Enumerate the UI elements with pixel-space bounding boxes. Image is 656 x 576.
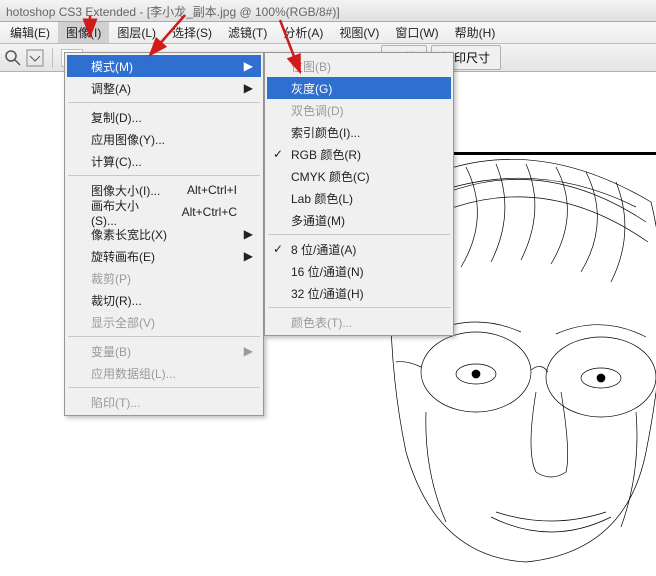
menu-item-reveal-all: 显示全部(V) [67, 311, 261, 333]
menu-item-trim[interactable]: 裁切(R)... [67, 289, 261, 311]
menu-divider [268, 307, 450, 308]
menu-item-calculations[interactable]: 计算(C)... [67, 150, 261, 172]
title-text: hotoshop CS3 Extended - [李小龙_副本.jpg @ 10… [6, 5, 340, 19]
submenu-item-colortable: 颜色表(T)... [267, 311, 451, 333]
submenu-arrow-icon: ▶ [244, 81, 253, 95]
submenu-item-cmyk[interactable]: CMYK 颜色(C) [267, 165, 451, 187]
image-menu-dropdown: 模式(M) ▶ 调整(A) ▶ 复制(D)... 应用图像(Y)... 计算(C… [64, 52, 264, 416]
menu-item-duplicate[interactable]: 复制(D)... [67, 106, 261, 128]
submenu-item-lab[interactable]: Lab 颜色(L) [267, 187, 451, 209]
check-icon: ✓ [273, 147, 283, 161]
menu-item-adjust[interactable]: 调整(A) ▶ [67, 77, 261, 99]
menu-shortcut: Alt+Ctrl+C [162, 205, 237, 219]
menu-help[interactable]: 帮助(H) [447, 22, 504, 43]
menu-item-label: 灰度(G) [291, 80, 332, 97]
menu-item-trap: 陷印(T)... [67, 391, 261, 413]
menu-select[interactable]: 选择(S) [164, 22, 220, 43]
submenu-item-duotone: 双色调(D) [267, 99, 451, 121]
menu-item-label: 应用数据组(L)... [91, 365, 176, 382]
menu-item-label: 双色调(D) [291, 102, 344, 119]
menu-item-label: Lab 颜色(L) [291, 190, 353, 207]
menu-item-crop: 裁剪(P) [67, 267, 261, 289]
menu-item-label: 16 位/通道(N) [291, 263, 364, 280]
menu-item-label: 调整(A) [91, 80, 131, 97]
submenu-arrow-icon: ▶ [244, 59, 253, 73]
submenu-item-rgb[interactable]: ✓ RGB 颜色(R) [267, 143, 451, 165]
menu-item-label: 裁切(R)... [91, 292, 142, 309]
menu-divider [68, 102, 260, 103]
zoom-tool-icon [4, 49, 22, 67]
menu-item-label: 裁剪(P) [91, 270, 131, 287]
submenu-item-8bit[interactable]: ✓ 8 位/通道(A) [267, 238, 451, 260]
menu-item-canvas-size[interactable]: 画布大小(S)... Alt+Ctrl+C [67, 201, 261, 223]
menu-image[interactable]: 图像(I) [58, 22, 109, 43]
menu-item-label: 索引颜色(I)... [291, 124, 360, 141]
menu-item-label: 模式(M) [91, 58, 133, 75]
menu-item-apply-data: 应用数据组(L)... [67, 362, 261, 384]
menu-shortcut: Alt+Ctrl+I [167, 183, 237, 197]
menu-item-pixel-aspect[interactable]: 像素长宽比(X) ▶ [67, 223, 261, 245]
menu-view[interactable]: 视图(V) [331, 22, 387, 43]
submenu-item-grayscale[interactable]: 灰度(G) [267, 77, 451, 99]
submenu-arrow-icon: ▶ [244, 227, 253, 241]
menu-window[interactable]: 窗口(W) [387, 22, 446, 43]
menu-item-label: 旋转画布(E) [91, 248, 155, 265]
submenu-item-16bit[interactable]: 16 位/通道(N) [267, 260, 451, 282]
check-icon: ✓ [273, 242, 283, 256]
menu-item-label: 应用图像(Y)... [91, 131, 165, 148]
menu-divider [68, 175, 260, 176]
menu-divider [268, 234, 450, 235]
menu-filter[interactable]: 滤镜(T) [220, 22, 275, 43]
menu-item-label: 显示全部(V) [91, 314, 155, 331]
menu-item-label: 变量(B) [91, 343, 131, 360]
submenu-arrow-icon: ▶ [244, 344, 253, 358]
tool-preset-icon[interactable] [26, 49, 44, 67]
menu-item-label: CMYK 颜色(C) [291, 168, 370, 185]
submenu-arrow-icon: ▶ [244, 249, 253, 263]
mode-submenu: 位图(B) 灰度(G) 双色调(D) 索引颜色(I)... ✓ RGB 颜色(R… [264, 52, 454, 336]
title-bar: hotoshop CS3 Extended - [李小龙_副本.jpg @ 10… [0, 0, 656, 22]
menu-item-rotate-canvas[interactable]: 旋转画布(E) ▶ [67, 245, 261, 267]
menu-item-label: RGB 颜色(R) [291, 146, 361, 163]
menu-item-label: 颜色表(T)... [291, 314, 352, 331]
menu-divider [68, 387, 260, 388]
submenu-item-multichannel[interactable]: 多通道(M) [267, 209, 451, 231]
menu-edit[interactable]: 编辑(E) [2, 22, 58, 43]
menu-analysis[interactable]: 分析(A) [275, 22, 331, 43]
submenu-item-32bit[interactable]: 32 位/通道(H) [267, 282, 451, 304]
menu-item-label: 32 位/通道(H) [291, 285, 364, 302]
menu-layer[interactable]: 图层(L) [109, 22, 164, 43]
menu-item-variables: 变量(B) ▶ [67, 340, 261, 362]
menu-bar: 编辑(E) 图像(I) 图层(L) 选择(S) 滤镜(T) 分析(A) 视图(V… [0, 22, 656, 44]
submenu-item-indexed[interactable]: 索引颜色(I)... [267, 121, 451, 143]
menu-item-label: 位图(B) [291, 58, 331, 75]
menu-item-label: 多通道(M) [291, 212, 345, 229]
menu-item-label: 像素长宽比(X) [91, 226, 167, 243]
menu-item-label: 8 位/通道(A) [291, 241, 356, 258]
menu-item-label: 陷印(T)... [91, 394, 140, 411]
menu-item-apply-image[interactable]: 应用图像(Y)... [67, 128, 261, 150]
menu-divider [68, 336, 260, 337]
menu-item-label: 计算(C)... [91, 153, 142, 170]
menu-item-mode[interactable]: 模式(M) ▶ [67, 55, 261, 77]
menu-item-label: 复制(D)... [91, 109, 142, 126]
separator [52, 48, 53, 68]
submenu-item-bitmap: 位图(B) [267, 55, 451, 77]
